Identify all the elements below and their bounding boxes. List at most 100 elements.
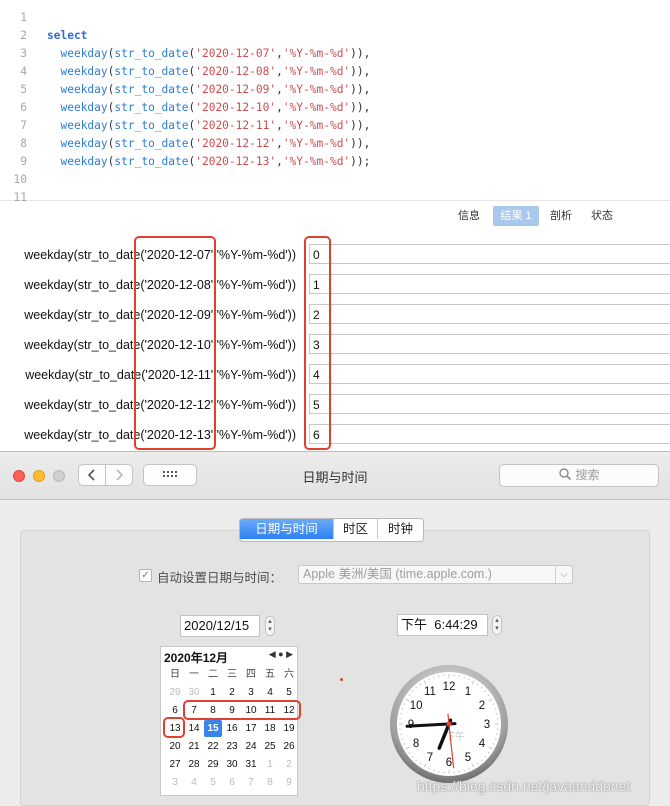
code-line: 2 select [0,27,670,45]
clock-number: 1 [465,686,471,698]
sql-editor[interactable]: 12select3 weekday(str_to_date('2020-12-0… [0,0,670,201]
chevron-down-icon: ⌵ [555,566,572,583]
date-stepper[interactable]: ▴▾ [265,616,275,636]
calendar-day[interactable]: 5 [204,774,222,791]
tab-date-time[interactable]: 日期与时间 [240,519,333,539]
calendar-day[interactable]: 20 [166,738,184,755]
result-tab[interactable]: 剖析 [543,206,579,226]
weekday-header: 三 [223,666,241,683]
result-value-cell[interactable]: 5 [309,394,670,414]
weekday-header: 五 [261,666,279,683]
search-field[interactable]: 搜索 [499,464,659,487]
calendar-day[interactable]: 18 [261,720,279,737]
calendar-day[interactable]: 6 [223,774,241,791]
calendar-day[interactable]: 1 [204,684,222,701]
calendar-day[interactable]: 25 [261,738,279,755]
calendar-day[interactable]: 7 [242,774,260,791]
calendar-day[interactable]: 7 [185,702,203,719]
code-text: weekday(str_to_date('2020-12-07','%Y-%m-… [47,45,370,63]
prev-month-icon[interactable]: ◀ [269,649,276,659]
calendar-day[interactable]: 2 [280,756,298,773]
auto-time-checkbox[interactable]: ✓ [139,569,152,582]
calendar-day[interactable]: 19 [280,720,298,737]
result-tab[interactable]: 结果 1 [493,206,539,226]
calendar-day[interactable]: 29 [204,756,222,773]
calendar-day[interactable]: 5 [280,684,298,701]
calendar-day[interactable]: 28 [185,756,203,773]
result-value-cell[interactable]: 1 [309,274,670,294]
time-server-select[interactable]: Apple 美洲/美国 (time.apple.com.) ⌵ [298,565,573,584]
code-line: 7 weekday(str_to_date('2020-12-11','%Y-%… [0,117,670,135]
code-text: select [47,27,87,45]
calendar-day[interactable]: 27 [166,756,184,773]
calendar-day[interactable]: 9 [280,774,298,791]
window-titlebar: 日期与时间 搜索 [0,452,670,500]
weekday-header: 日 [166,666,184,683]
code-text: weekday(str_to_date('2020-12-13','%Y-%m-… [47,153,370,171]
today-dot-icon[interactable]: ● [278,649,283,659]
calendar-day[interactable]: 13 [166,720,184,737]
result-value-cell[interactable]: 0 [309,244,670,264]
calendar-day[interactable]: 14 [185,720,203,737]
time-stepper[interactable]: ▴▾ [492,615,502,635]
calendar-day[interactable]: 3 [166,774,184,791]
result-value-cell[interactable]: 6 [309,424,670,444]
result-row: weekday(str_to_date('2020-12-12','%Y-%m-… [0,390,670,420]
calendar-month-header: 2020年12月 [164,649,228,666]
line-number: 5 [0,81,27,99]
result-value-cell[interactable]: 2 [309,304,670,324]
result-value-cell[interactable]: 4 [309,364,670,384]
result-tab[interactable]: 信息 [451,206,487,226]
calendar-day[interactable]: 15 [204,720,222,737]
calendar-day[interactable]: 11 [261,702,279,719]
calendar-day[interactable]: 12 [280,702,298,719]
calendar-day[interactable]: 4 [185,774,203,791]
weekday-header: 二 [204,666,222,683]
calendar-day[interactable]: 8 [204,702,222,719]
calendar-day[interactable]: 26 [280,738,298,755]
clock-number: 12 [443,681,456,693]
calendar-day[interactable]: 21 [185,738,203,755]
calendar-day[interactable]: 9 [223,702,241,719]
calendar-day[interactable]: 8 [261,774,279,791]
calendar-day[interactable]: 16 [223,720,241,737]
calendar-day[interactable]: 24 [242,738,260,755]
result-value-cell[interactable]: 3 [309,334,670,354]
column-header: weekday(str_to_date('2020-12-07','%Y-%m-… [0,240,296,270]
code-line: 3 weekday(str_to_date('2020-12-07','%Y-%… [0,45,670,63]
result-row: weekday(str_to_date('2020-12-13','%Y-%m-… [0,420,670,450]
line-number: 2 [0,27,27,45]
calendar-day[interactable]: 4 [261,684,279,701]
calendar-day[interactable]: 2 [223,684,241,701]
line-number: 7 [0,117,27,135]
analog-clock: 123456789101112 下午 [389,664,509,784]
code-line: 4 weekday(str_to_date('2020-12-08','%Y-%… [0,63,670,81]
clock-number: 7 [427,752,433,764]
calendar-day[interactable]: 30 [223,756,241,773]
calendar-day[interactable]: 6 [166,702,184,719]
tab-timezone[interactable]: 时区 [333,519,377,539]
weekday-header: 六 [280,666,298,683]
time-field[interactable]: 下午 6:44:29 [397,614,488,636]
code-line: 10 [0,171,670,189]
next-month-icon[interactable]: ▶ [286,649,293,659]
calendar-day[interactable]: 10 [242,702,260,719]
preference-tabs: 日期与时间时区时钟 [239,518,424,542]
column-header: weekday(str_to_date('2020-12-13','%Y-%m-… [0,420,296,450]
result-row: weekday(str_to_date('2020-12-08','%Y-%m-… [0,270,670,300]
date-field[interactable]: 2020/12/15 [180,615,260,637]
calendar-day[interactable]: 30 [185,684,203,701]
calendar-day[interactable]: 17 [242,720,260,737]
calendar-day[interactable]: 31 [242,756,260,773]
weekday-header: 一 [185,666,203,683]
calendar-day[interactable]: 3 [242,684,260,701]
calendar-nav: ◀ ● ▶ [269,649,293,660]
clock-ampm: 下午 [445,730,465,743]
tab-clock[interactable]: 时钟 [377,519,423,539]
clock-number: 5 [465,752,471,764]
calendar-day[interactable]: 22 [204,738,222,755]
calendar-day[interactable]: 29 [166,684,184,701]
result-tab[interactable]: 状态 [584,206,620,226]
calendar-day[interactable]: 23 [223,738,241,755]
calendar-day[interactable]: 1 [261,756,279,773]
